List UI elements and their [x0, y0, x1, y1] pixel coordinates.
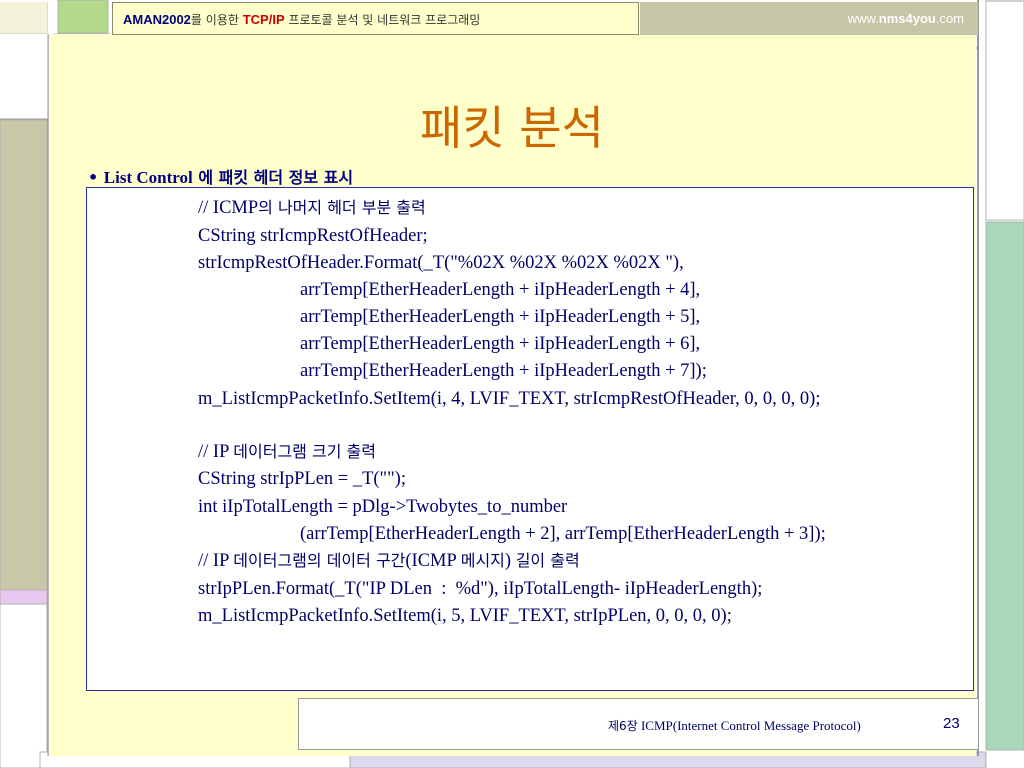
url-prefix: www.: [847, 11, 879, 26]
slide-title: 패킷 분석: [420, 101, 604, 155]
code-comment-part: (ICMP: [405, 551, 461, 571]
website-url: www.nms4you.com: [848, 11, 964, 26]
code-comment-prefix: // ICMP: [198, 198, 259, 218]
code-line: arrTemp[EtherHeaderLength + iIpHeaderLen…: [300, 334, 701, 354]
code-line: CString strIcmpRestOfHeader;: [198, 226, 428, 246]
url-domain: nms4you: [878, 11, 936, 26]
header-title: AMAN2002를 이용한 TCP/IP 프로토콜 분석 및 네트워크 프로그래…: [123, 11, 480, 28]
code-comment-prefix: // IP: [198, 551, 234, 571]
code-comment-ko: 길이 출력: [515, 551, 580, 570]
footer-chapter-title: ICMP(Internet Control Message Protocol): [637, 718, 861, 733]
page-number: 23: [943, 715, 960, 732]
url-suffix: .com: [935, 11, 964, 26]
code-line: strIpPLen.Format(_T("IP DLen : %d"), iIp…: [198, 579, 763, 599]
bullet-text-en: List Control: [103, 168, 193, 187]
code-line: arrTemp[EtherHeaderLength + iIpHeaderLen…: [300, 280, 701, 300]
header-protocol: TCP/IP: [242, 12, 285, 27]
code-comment-ko: 의 나머지 헤더 부분 출력: [258, 198, 426, 217]
code-line: (arrTemp[EtherHeaderLength + 2], arrTemp…: [300, 524, 826, 544]
code-line: arrTemp[EtherHeaderLength + iIpHeaderLen…: [300, 361, 707, 381]
code-comment-part: ): [504, 551, 516, 571]
code-line: // IP 데이터그램 크기 출력: [198, 442, 376, 462]
code-comment-ko: 메시지: [460, 551, 505, 570]
code-comment-ko: 데이터그램의 데이터 구간: [233, 551, 406, 570]
code-line: // IP 데이터그램의 데이터 구간(ICMP 메시지) 길이 출력: [198, 551, 580, 571]
code-line: strIcmpRestOfHeader.Format(_T("%02X %02X…: [198, 253, 684, 273]
bullet-text-ko: 에 패킷 헤더 정보 표시: [192, 168, 354, 187]
bullet-item: • List Control 에 패킷 헤더 정보 표시: [88, 164, 353, 188]
footer-chapter-number: 제6장: [608, 719, 638, 733]
code-line: m_ListIcmpPacketInfo.SetItem(i, 4, LVIF_…: [198, 389, 821, 409]
code-line: CString strIpPLen = _T("");: [198, 469, 406, 489]
code-line: m_ListIcmpPacketInfo.SetItem(i, 5, LVIF_…: [198, 606, 732, 626]
code-line: // ICMP의 나머지 헤더 부분 출력: [198, 198, 426, 218]
header-text-2: 프로토콜 분석 및 네트워크 프로그래밍: [284, 13, 481, 27]
header-text-1: 를 이용한: [190, 13, 243, 27]
header-bar: AMAN2002를 이용한 TCP/IP 프로토콜 분석 및 네트워크 프로그래…: [112, 2, 639, 35]
header-brand: AMAN2002: [123, 12, 191, 27]
code-comment-ko: 데이터그램 크기 출력: [233, 442, 376, 461]
bullet-marker: •: [88, 168, 104, 187]
url-bar: www.nms4you.com: [640, 2, 978, 35]
footer-chapter: 제6장 ICMP(Internet Control Message Protoc…: [608, 717, 861, 734]
code-comment-prefix: // IP: [198, 442, 234, 462]
code-line: int iIpTotalLength = pDlg->Twobytes_to_n…: [198, 497, 568, 517]
code-line: arrTemp[EtherHeaderLength + iIpHeaderLen…: [300, 307, 701, 327]
